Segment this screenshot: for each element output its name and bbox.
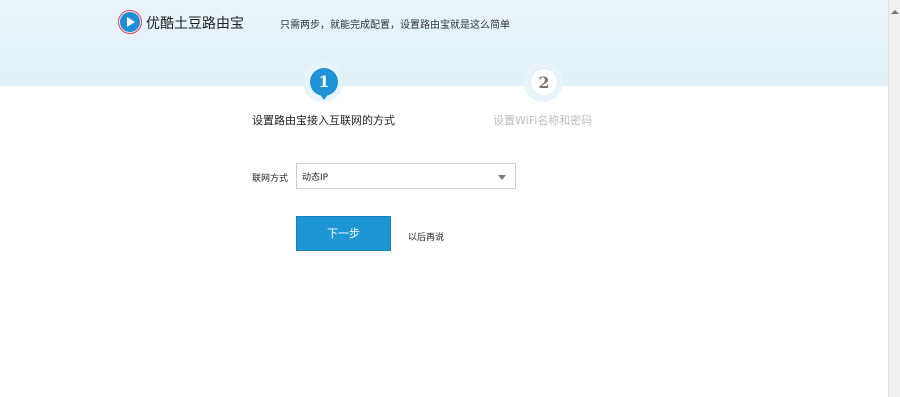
connection-type-label: 联网方式 xyxy=(252,174,289,184)
header-banner: 优酷土豆路由宝 只需两步，就能完成配置，设置路由宝就是这么简单 xyxy=(0,0,888,86)
scroll-up-arrow-icon[interactable] xyxy=(891,10,899,14)
step-1-indicator: 1 xyxy=(303,62,343,102)
play-logo-icon xyxy=(120,12,140,32)
skip-later-link[interactable]: 以后再说 xyxy=(408,230,444,243)
connection-type-select[interactable]: 动态IP xyxy=(296,163,516,189)
step-2-number: 2 xyxy=(530,68,558,96)
header-tagline: 只需两步，就能完成配置，设置路由宝就是这么简单 xyxy=(280,20,510,31)
chevron-down-icon xyxy=(498,175,506,180)
vertical-scrollbar[interactable] xyxy=(888,0,900,397)
router-setup-page: 优酷土豆路由宝 只需两步，就能完成配置，设置路由宝就是这么简单 1 设置路由宝接… xyxy=(0,0,888,397)
brand-name: 优酷土豆路由宝 xyxy=(146,16,244,32)
step-1-label: 设置路由宝接入互联网的方式 xyxy=(252,114,395,127)
connection-type-value: 动态IP xyxy=(302,173,329,183)
step-1-number: 1 xyxy=(310,68,338,96)
step-2-label: 设置WiFi名称和密码 xyxy=(493,114,593,127)
next-step-button[interactable]: 下一步 xyxy=(296,216,391,251)
step-2-indicator: 2 xyxy=(523,62,563,102)
